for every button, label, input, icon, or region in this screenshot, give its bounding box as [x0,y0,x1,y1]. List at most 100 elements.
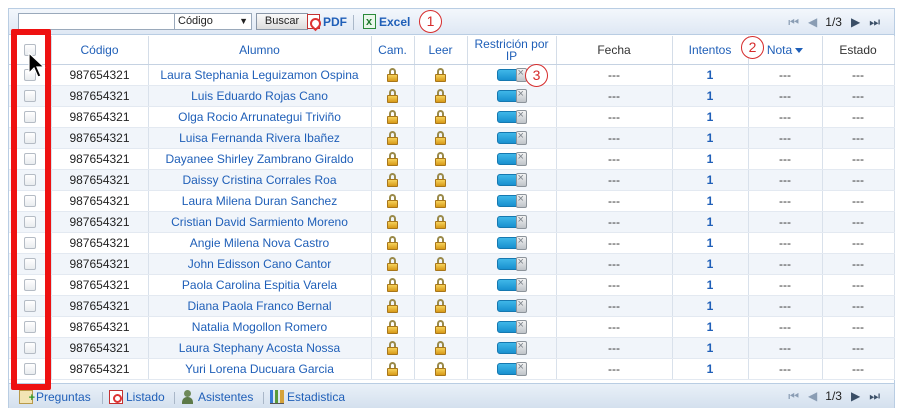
leer-cell[interactable] [414,337,468,359]
column-header-restriccion[interactable]: Restrición por IP [467,36,557,65]
ip-restriction-toggle[interactable] [496,214,527,230]
lock-icon[interactable] [435,214,446,229]
ip-restriction-toggle[interactable] [496,340,527,356]
student-name-link[interactable]: Luis Eduardo Rojas Cano [148,85,372,107]
ip-restriction-toggle[interactable] [496,319,527,335]
ip-restriction-cell[interactable] [467,211,557,233]
row-select-cell[interactable] [9,358,52,380]
intentos-link[interactable]: 1 [672,358,749,380]
student-name-link[interactable]: Olga Rocio Arrunategui Triviño [148,106,372,128]
leer-cell[interactable] [414,274,468,296]
intentos-link[interactable]: 1 [672,85,749,107]
leer-cell[interactable] [414,211,468,233]
row-select-cell[interactable] [9,190,52,212]
cam-cell[interactable] [371,190,415,212]
row-checkbox[interactable] [23,216,36,229]
leer-cell[interactable] [414,190,468,212]
prev-page-icon[interactable]: ◀ [808,387,817,405]
ip-restriction-cell[interactable] [467,358,557,380]
lock-icon[interactable] [435,340,446,355]
student-name-link[interactable]: Laura Stephania Leguizamon Ospina [148,64,372,86]
ip-restriction-toggle[interactable] [496,298,527,314]
ip-restriction-toggle[interactable] [496,172,527,188]
intentos-link[interactable]: 1 [672,106,749,128]
preguntas-link[interactable]: Preguntas [19,388,91,407]
column-header-codigo[interactable]: Código [51,36,149,65]
row-select-cell[interactable] [9,85,52,107]
ip-restriction-cell[interactable] [467,295,557,317]
cam-cell[interactable] [371,169,415,191]
row-select-cell[interactable] [9,316,52,338]
ip-restriction-cell[interactable] [467,274,557,296]
student-name-link[interactable]: John Edisson Cano Cantor [148,253,372,275]
row-checkbox[interactable] [23,174,36,187]
lock-icon[interactable] [435,235,446,250]
student-name-link[interactable]: Laura Stephany Acosta Nossa [148,337,372,359]
student-name-link[interactable]: Yuri Lorena Ducuara Garcia [148,358,372,380]
intentos-link[interactable]: 1 [672,316,749,338]
ip-restriction-toggle[interactable] [496,235,527,251]
student-name-link[interactable]: Laura Milena Duran Sanchez [148,190,372,212]
row-checkbox[interactable] [23,111,36,124]
cam-cell[interactable] [371,127,415,149]
lock-icon[interactable] [435,172,446,187]
column-header-cam[interactable]: Cam. [371,36,415,65]
cam-cell[interactable] [371,211,415,233]
row-checkbox[interactable] [23,321,36,334]
row-select-cell[interactable] [9,337,52,359]
select-all-header[interactable] [9,36,52,65]
student-name-link[interactable]: Daissy Cristina Corrales Roa [148,169,372,191]
row-select-cell[interactable] [9,169,52,191]
ip-restriction-cell[interactable] [467,253,557,275]
lock-icon[interactable] [435,88,446,103]
search-field-select[interactable]: Código ▼ [174,13,252,30]
row-select-cell[interactable] [9,148,52,170]
cam-cell[interactable] [371,232,415,254]
next-page-icon[interactable]: ▶ [851,13,860,31]
lock-icon[interactable] [435,151,446,166]
leer-cell[interactable] [414,253,468,275]
row-select-cell[interactable] [9,274,52,296]
asistentes-link[interactable]: Asistentes [181,388,253,406]
row-checkbox[interactable] [23,69,36,82]
ip-restriction-cell[interactable] [467,127,557,149]
lock-icon[interactable] [435,277,446,292]
leer-cell[interactable] [414,148,468,170]
first-page-icon[interactable]: ⏮ [788,13,799,31]
column-header-intentos[interactable]: Intentos [672,36,749,65]
export-excel-link[interactable]: Excel [363,13,410,31]
intentos-link[interactable]: 1 [672,148,749,170]
ip-restriction-cell[interactable] [467,106,557,128]
ip-restriction-toggle[interactable] [496,193,527,209]
leer-cell[interactable] [414,358,468,380]
leer-cell[interactable] [414,232,468,254]
ip-restriction-cell[interactable] [467,337,557,359]
cam-cell[interactable] [371,295,415,317]
cam-cell[interactable] [371,85,415,107]
student-name-link[interactable]: Angie Milena Nova Castro [148,232,372,254]
row-checkbox[interactable] [23,132,36,145]
cam-cell[interactable] [371,64,415,86]
ip-restriction-cell[interactable] [467,316,557,338]
column-header-alumno[interactable]: Alumno [148,36,372,65]
lock-icon[interactable] [435,109,446,124]
row-checkbox[interactable] [23,279,36,292]
ip-restriction-toggle[interactable] [496,361,527,377]
intentos-link[interactable]: 1 [672,253,749,275]
leer-cell[interactable] [414,169,468,191]
row-checkbox[interactable] [23,90,36,103]
student-name-link[interactable]: Dayanee Shirley Zambrano Giraldo [148,148,372,170]
student-name-link[interactable]: Luisa Fernanda Rivera Ibañez [148,127,372,149]
first-page-icon[interactable]: ⏮ [788,387,799,405]
cam-cell[interactable] [371,358,415,380]
row-select-cell[interactable] [9,295,52,317]
ip-restriction-toggle[interactable] [496,88,527,104]
student-name-link[interactable]: Paola Carolina Espitia Varela [148,274,372,296]
ip-restriction-cell[interactable] [467,169,557,191]
lock-icon[interactable] [387,67,398,82]
ip-restriction-toggle[interactable] [496,277,527,293]
listado-link[interactable]: Listado [109,388,165,406]
cam-cell[interactable] [371,253,415,275]
row-checkbox[interactable] [23,300,36,313]
prev-page-icon[interactable]: ◀ [808,13,817,31]
